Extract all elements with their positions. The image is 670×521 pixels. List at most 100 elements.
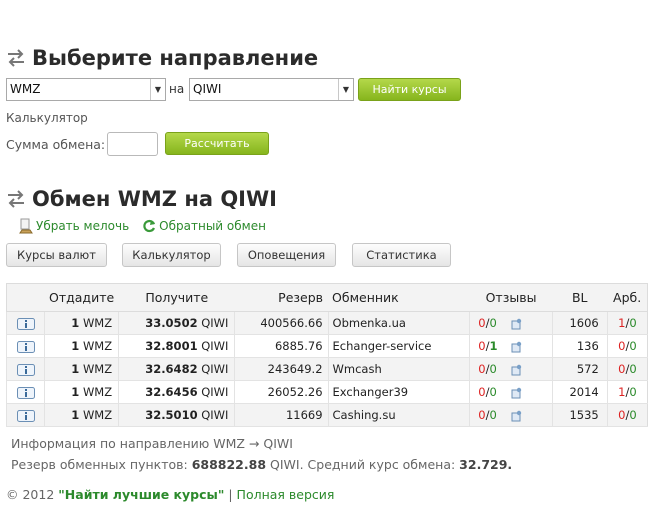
table-row[interactable]: 1 WMZ 33.0502 QIWI 400566.66 Obmenka.ua 0/0 1… bbox=[5, 311, 648, 335]
info-icon[interactable] bbox=[16, 386, 35, 399]
tab-calculator[interactable]: Калькулятор bbox=[122, 243, 221, 267]
give-amount: 1 bbox=[71, 339, 80, 353]
info-icon[interactable] bbox=[16, 409, 35, 422]
get-amount: 32.8001 bbox=[145, 339, 198, 353]
get-amount: 32.6456 bbox=[145, 385, 198, 399]
na-label: на bbox=[169, 82, 185, 96]
broom-icon bbox=[19, 218, 33, 234]
review-icon[interactable] bbox=[511, 364, 523, 376]
info-cell[interactable] bbox=[5, 403, 45, 427]
exchanger-link[interactable]: Echanger-service bbox=[327, 334, 470, 358]
tab-notifications[interactable]: Оповещения bbox=[237, 243, 336, 267]
review-icon[interactable] bbox=[511, 318, 523, 330]
give-currency: WMZ bbox=[82, 408, 113, 422]
calculator-heading: Калькулятор bbox=[6, 111, 88, 125]
reviews-bad: 0 bbox=[478, 408, 486, 422]
to-currency-value: QIWI bbox=[193, 82, 222, 96]
copyright: © 2012 bbox=[6, 487, 55, 502]
info-icon[interactable] bbox=[16, 317, 35, 330]
exchanger-link[interactable]: Cashing.su bbox=[327, 403, 470, 427]
info-cell[interactable] bbox=[5, 311, 45, 335]
caret-down-icon[interactable]: ▼ bbox=[338, 79, 353, 100]
reviews-cell[interactable]: 0/0 bbox=[469, 380, 553, 404]
full-version-link[interactable]: Полная версия bbox=[237, 487, 335, 502]
reserve-cell: 400566.66 bbox=[234, 311, 329, 335]
info-cell[interactable] bbox=[5, 334, 45, 358]
exchange-title: Обмен WMZ на QIWI bbox=[6, 187, 277, 211]
reviews-good: 0 bbox=[489, 385, 497, 399]
arb-cell: 1/0 bbox=[606, 311, 648, 335]
header-get[interactable]: Получите bbox=[118, 283, 235, 312]
sum-input[interactable] bbox=[107, 132, 158, 156]
reviews-good: 0 bbox=[489, 362, 497, 376]
arb-a: 0 bbox=[618, 362, 626, 376]
avg-rate-value: 32.729. bbox=[459, 457, 513, 472]
arb-cell: 0/0 bbox=[606, 334, 648, 358]
direction-info: Информация по направлению WMZ → QIWI bbox=[11, 436, 293, 451]
review-icon[interactable] bbox=[511, 410, 523, 422]
get-currency: QIWI bbox=[201, 408, 229, 422]
arrows-swap-icon bbox=[8, 190, 24, 208]
info-cell[interactable] bbox=[5, 380, 45, 404]
get-cell: 33.0502 QIWI bbox=[118, 311, 235, 335]
table-row[interactable]: 1 WMZ 32.5010 QIWI 11669 Cashing.su 0/0 1535 0… bbox=[5, 403, 648, 427]
header-info bbox=[6, 283, 45, 312]
calculate-button[interactable]: Рассчитать bbox=[165, 132, 269, 155]
exchanger-link[interactable]: Obmenka.ua bbox=[327, 311, 470, 335]
remove-change-link[interactable]: Убрать мелочь bbox=[18, 218, 129, 234]
header-bl[interactable]: BL bbox=[552, 283, 608, 312]
from-currency-select[interactable]: WMZ ▼ bbox=[6, 78, 166, 101]
exchange-title-text: Обмен WMZ на QIWI bbox=[32, 187, 277, 211]
table-row[interactable]: 1 WMZ 32.8001 QIWI 6885.76 Echanger-service… bbox=[5, 334, 648, 358]
tab-rates[interactable]: Курсы валют bbox=[6, 243, 107, 267]
reviews-cell[interactable]: 0/1 bbox=[469, 334, 553, 358]
brand-link[interactable]: "Найти лучшие курсы" bbox=[58, 487, 224, 502]
reviews-cell[interactable]: 0/0 bbox=[469, 357, 553, 381]
arb-a: 1 bbox=[618, 385, 626, 399]
info-icon[interactable] bbox=[16, 363, 35, 376]
header-reserve[interactable]: Резерв bbox=[234, 283, 329, 312]
exchanger-link[interactable]: Exchanger39 bbox=[327, 380, 470, 404]
caret-down-icon[interactable]: ▼ bbox=[150, 79, 165, 100]
get-currency: QIWI bbox=[201, 385, 229, 399]
exchanger-link[interactable]: Wmcash bbox=[327, 357, 470, 381]
reserve-cell: 6885.76 bbox=[234, 334, 329, 358]
table-row[interactable]: 1 WMZ 32.6456 QIWI 26052.26 Exchanger39 0/0 2… bbox=[5, 380, 648, 404]
bl-cell: 1606 bbox=[551, 311, 608, 335]
table-header-row: Отдадите Получите Резерв Обменник Отзывы… bbox=[6, 283, 648, 312]
to-currency-select[interactable]: QIWI ▼ bbox=[189, 78, 354, 101]
get-cell: 32.6482 QIWI bbox=[118, 357, 235, 381]
review-icon[interactable] bbox=[511, 341, 523, 353]
arb-cell: 1/0 bbox=[606, 380, 648, 404]
get-cell: 32.5010 QIWI bbox=[118, 403, 235, 427]
reserve-cell: 11669 bbox=[234, 403, 329, 427]
reviews-bad: 0 bbox=[478, 316, 486, 330]
arb-b: 0 bbox=[629, 339, 637, 353]
reviews-cell[interactable]: 0/0 bbox=[469, 403, 553, 427]
header-exchanger[interactable]: Обменник bbox=[328, 283, 470, 312]
get-amount: 32.6482 bbox=[145, 362, 198, 376]
bl-cell: 572 bbox=[551, 357, 608, 381]
reviews-cell[interactable]: 0/0 bbox=[469, 311, 553, 335]
exchange-links: Убрать мелочь Обратный обмен bbox=[18, 218, 266, 234]
reverse-exchange-link[interactable]: Обратный обмен bbox=[141, 218, 266, 234]
table-row[interactable]: 1 WMZ 32.6482 QIWI 243649.2 Wmcash 0/0 572 0/0 bbox=[5, 357, 648, 381]
get-cell: 32.8001 QIWI bbox=[118, 334, 235, 358]
reserve-currency: QIWI. bbox=[270, 457, 304, 472]
remove-change-label: Убрать мелочь bbox=[36, 219, 130, 233]
reverse-exchange-label: Обратный обмен bbox=[159, 219, 266, 233]
header-give[interactable]: Отдадите bbox=[44, 283, 119, 312]
arb-b: 0 bbox=[629, 385, 637, 399]
info-cell[interactable] bbox=[5, 357, 45, 381]
reserve-total: 688822.88 bbox=[191, 457, 267, 472]
header-reviews[interactable]: Отзывы bbox=[469, 283, 553, 312]
info-icon[interactable] bbox=[16, 340, 35, 353]
give-cell: 1 WMZ bbox=[44, 311, 119, 335]
tab-statistics[interactable]: Статистика bbox=[352, 243, 451, 267]
give-cell: 1 WMZ bbox=[44, 334, 119, 358]
header-arb[interactable]: Арб. bbox=[607, 283, 648, 312]
find-rates-button[interactable]: Найти курсы bbox=[358, 78, 461, 101]
give-cell: 1 WMZ bbox=[44, 380, 119, 404]
arb-b: 0 bbox=[629, 408, 637, 422]
review-icon[interactable] bbox=[511, 387, 523, 399]
